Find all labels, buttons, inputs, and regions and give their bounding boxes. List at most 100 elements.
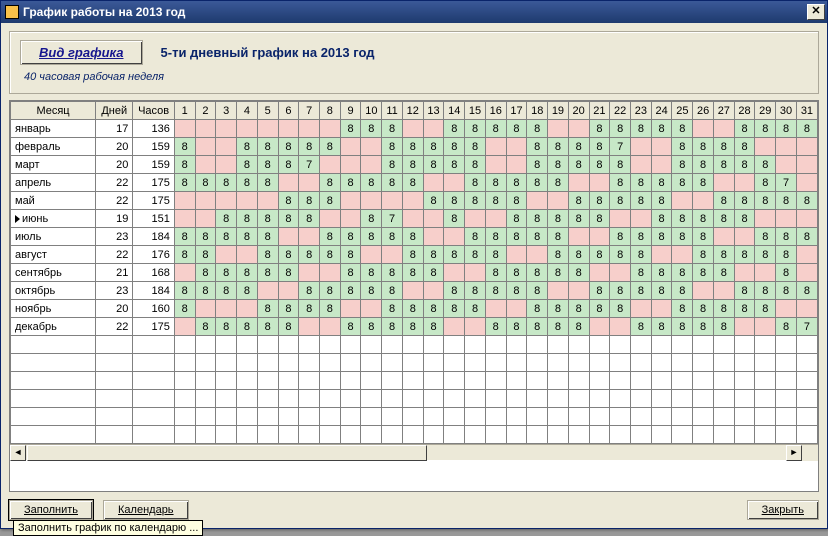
day-cell[interactable]: 8 <box>734 138 755 156</box>
day-cell[interactable]: 8 <box>299 210 320 228</box>
day-cell[interactable]: 8 <box>340 120 361 138</box>
day-cell[interactable] <box>631 156 652 174</box>
day-cell[interactable]: 8 <box>382 300 403 318</box>
day-cell[interactable] <box>506 246 527 264</box>
col-header-day-26[interactable]: 26 <box>693 102 714 120</box>
day-cell[interactable]: 8 <box>195 246 216 264</box>
day-cell[interactable]: 8 <box>320 282 341 300</box>
day-cell[interactable] <box>506 138 527 156</box>
col-header-day-1[interactable]: 1 <box>174 102 195 120</box>
col-header-day-20[interactable]: 20 <box>568 102 589 120</box>
day-cell[interactable] <box>402 210 423 228</box>
day-cell[interactable]: 8 <box>174 282 195 300</box>
day-cell[interactable]: 8 <box>340 282 361 300</box>
day-cell[interactable] <box>796 156 817 174</box>
days-cell[interactable]: 22 <box>96 318 133 336</box>
day-cell[interactable]: 8 <box>237 318 258 336</box>
day-cell[interactable]: 8 <box>631 228 652 246</box>
day-cell[interactable]: 8 <box>382 174 403 192</box>
day-cell[interactable]: 8 <box>382 264 403 282</box>
col-header-day-13[interactable]: 13 <box>423 102 444 120</box>
day-cell[interactable]: 8 <box>776 228 797 246</box>
day-cell[interactable]: 8 <box>672 282 693 300</box>
hours-cell[interactable]: 136 <box>133 120 174 138</box>
day-cell[interactable] <box>340 156 361 174</box>
day-cell[interactable]: 8 <box>278 300 299 318</box>
day-cell[interactable]: 8 <box>485 246 506 264</box>
day-cell[interactable]: 8 <box>320 300 341 318</box>
day-cell[interactable]: 8 <box>755 120 776 138</box>
day-cell[interactable]: 8 <box>423 318 444 336</box>
day-cell[interactable]: 8 <box>444 138 465 156</box>
table-row[interactable]: декабрь221758888888888888888888887 <box>11 318 818 336</box>
col-header-day-4[interactable]: 4 <box>237 102 258 120</box>
day-cell[interactable] <box>734 318 755 336</box>
day-cell[interactable] <box>589 318 610 336</box>
day-cell[interactable]: 8 <box>672 174 693 192</box>
day-cell[interactable]: 8 <box>693 318 714 336</box>
day-cell[interactable] <box>527 246 548 264</box>
day-cell[interactable]: 8 <box>527 300 548 318</box>
day-cell[interactable] <box>734 174 755 192</box>
day-cell[interactable]: 8 <box>548 228 569 246</box>
day-cell[interactable]: 8 <box>195 264 216 282</box>
day-cell[interactable]: 8 <box>776 318 797 336</box>
day-cell[interactable]: 8 <box>299 300 320 318</box>
day-cell[interactable]: 8 <box>631 192 652 210</box>
day-cell[interactable] <box>796 210 817 228</box>
day-cell[interactable]: 8 <box>402 300 423 318</box>
day-cell[interactable]: 8 <box>361 210 382 228</box>
day-cell[interactable]: 8 <box>776 120 797 138</box>
day-cell[interactable] <box>423 210 444 228</box>
day-cell[interactable] <box>361 156 382 174</box>
day-cell[interactable]: 8 <box>755 300 776 318</box>
days-cell[interactable]: 20 <box>96 138 133 156</box>
day-cell[interactable] <box>382 246 403 264</box>
day-cell[interactable]: 8 <box>589 210 610 228</box>
day-cell[interactable] <box>796 138 817 156</box>
day-cell[interactable]: 8 <box>465 138 486 156</box>
day-cell[interactable]: 8 <box>278 138 299 156</box>
day-cell[interactable] <box>506 300 527 318</box>
day-cell[interactable] <box>237 246 258 264</box>
day-cell[interactable]: 8 <box>257 228 278 246</box>
table-row[interactable]: ноябрь2016088888888888888888888 <box>11 300 818 318</box>
day-cell[interactable]: 8 <box>465 192 486 210</box>
titlebar[interactable]: График работы на 2013 год ✕ <box>1 1 827 23</box>
col-header-day-27[interactable]: 27 <box>713 102 734 120</box>
day-cell[interactable] <box>320 156 341 174</box>
day-cell[interactable]: 8 <box>548 264 569 282</box>
day-cell[interactable]: 8 <box>237 228 258 246</box>
col-header-hours[interactable]: Часов <box>133 102 174 120</box>
day-cell[interactable] <box>796 246 817 264</box>
day-cell[interactable]: 8 <box>672 228 693 246</box>
day-cell[interactable]: 8 <box>672 318 693 336</box>
col-header-day-14[interactable]: 14 <box>444 102 465 120</box>
day-cell[interactable]: 8 <box>174 228 195 246</box>
day-cell[interactable]: 8 <box>257 174 278 192</box>
table-row[interactable]: февраль2015988888888888888878888 <box>11 138 818 156</box>
day-cell[interactable] <box>216 138 237 156</box>
day-cell[interactable]: 8 <box>734 120 755 138</box>
col-header-month[interactable]: Месяц <box>11 102 96 120</box>
day-cell[interactable]: 8 <box>672 120 693 138</box>
day-cell[interactable]: 8 <box>796 228 817 246</box>
month-name-cell[interactable]: март <box>11 156 96 174</box>
col-header-day-10[interactable]: 10 <box>361 102 382 120</box>
col-header-day-30[interactable]: 30 <box>776 102 797 120</box>
day-cell[interactable]: 8 <box>713 192 734 210</box>
day-cell[interactable]: 8 <box>465 120 486 138</box>
day-cell[interactable]: 8 <box>216 228 237 246</box>
day-cell[interactable]: 8 <box>257 156 278 174</box>
day-cell[interactable] <box>672 192 693 210</box>
day-cell[interactable] <box>548 192 569 210</box>
day-cell[interactable]: 8 <box>174 246 195 264</box>
day-cell[interactable]: 8 <box>195 318 216 336</box>
table-row[interactable]: январь1713688888888888888888 <box>11 120 818 138</box>
day-cell[interactable]: 8 <box>361 282 382 300</box>
day-cell[interactable]: 8 <box>548 300 569 318</box>
day-cell[interactable] <box>237 120 258 138</box>
day-cell[interactable] <box>299 228 320 246</box>
day-cell[interactable]: 8 <box>589 156 610 174</box>
day-cell[interactable]: 8 <box>713 210 734 228</box>
